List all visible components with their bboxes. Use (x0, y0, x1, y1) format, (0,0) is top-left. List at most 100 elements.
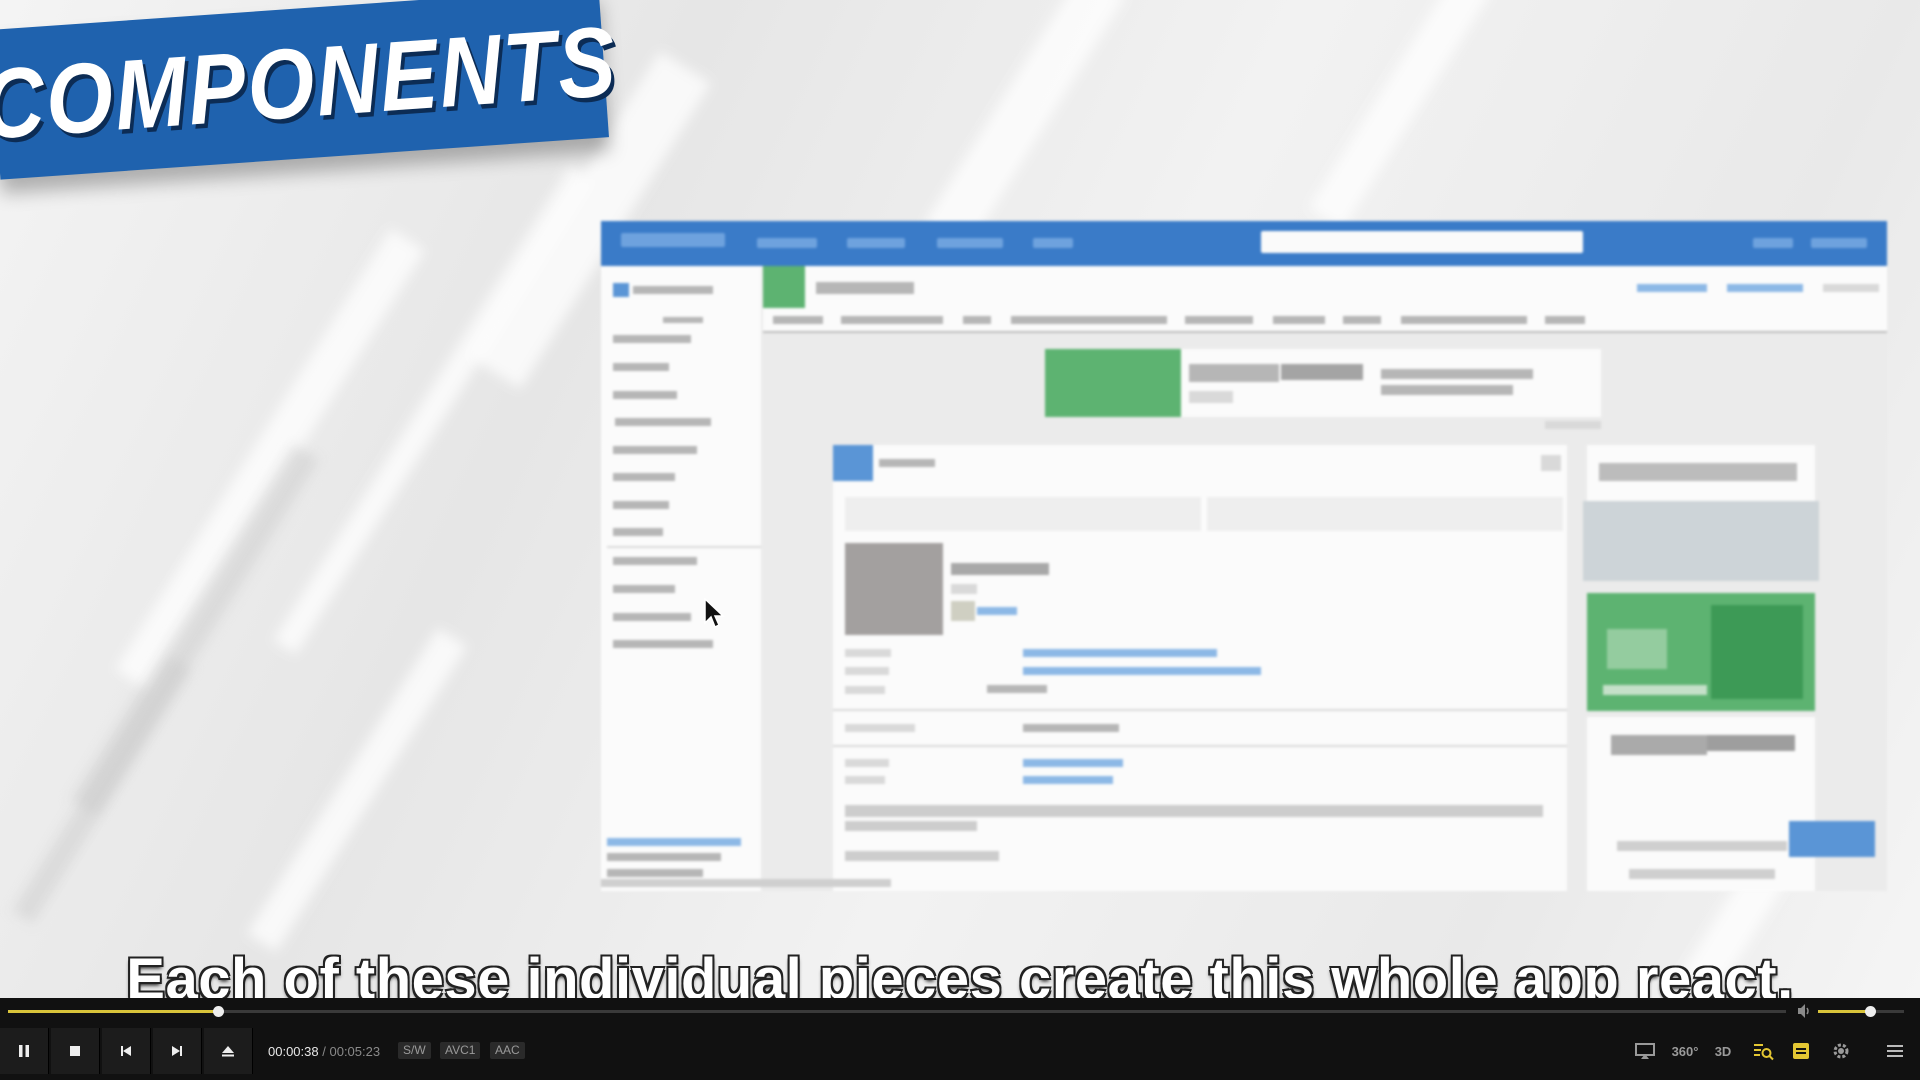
mockup-sidebar-line (613, 585, 675, 593)
mockup-tab-box (845, 497, 1201, 531)
player-controls: 00:00:38 / 00:05:23 S/W AVC1 AAC 360° 3D (0, 998, 1920, 1080)
audio-codec-badge[interactable]: AAC (490, 1042, 525, 1059)
mockup-divider (833, 709, 1567, 711)
mockup-field-label (845, 759, 889, 767)
mockup-card-line (1381, 385, 1513, 395)
mockup-field-label (845, 667, 889, 675)
mockup-nav-item (757, 238, 817, 248)
volume-slider-fill (1818, 1010, 1870, 1013)
mockup-right-button (1789, 821, 1875, 857)
search-list-icon (1754, 1044, 1774, 1061)
mockup-tab-underline (763, 331, 1887, 333)
mockup-sidebar-line (613, 473, 675, 481)
mockup-sidebar-line (613, 335, 691, 343)
next-button[interactable] (153, 1028, 202, 1074)
subtitle-icon (1793, 1043, 1809, 1059)
mockup-sidebar-line (613, 391, 677, 399)
mockup-sidebar-line (613, 446, 697, 454)
mockup-card-line (1281, 364, 1363, 380)
search-list-button[interactable] (1750, 1038, 1776, 1064)
mockup-right-line (1629, 869, 1775, 879)
mockup-field-label (845, 776, 885, 784)
mockup-field-label (845, 724, 915, 732)
menu-button[interactable] (1882, 1038, 1908, 1064)
gear-icon (1833, 1043, 1849, 1059)
volume-slider-handle[interactable] (1864, 1006, 1876, 1017)
mockup-avatar (845, 543, 943, 635)
settings-button[interactable] (1828, 1038, 1854, 1064)
seek-bar[interactable] (8, 1006, 1786, 1017)
subtitle-button[interactable] (1788, 1038, 1814, 1064)
mockup-sidebar-line (613, 363, 669, 371)
mockup-green-tile (763, 266, 805, 308)
mockup-action (1727, 284, 1803, 292)
mockup-action (1823, 284, 1879, 292)
vr-360-button[interactable]: 360° (1672, 1038, 1699, 1064)
video-decoder-badge[interactable]: S/W (398, 1042, 431, 1059)
eject-button[interactable] (204, 1028, 253, 1074)
mockup-search (1261, 231, 1583, 253)
pause-button[interactable] (0, 1028, 49, 1074)
volume-slider[interactable] (1818, 1006, 1904, 1017)
banner-title: COMPONENTS (0, 5, 621, 161)
mockup-sidebar-line (633, 286, 713, 294)
eject-icon (222, 1046, 234, 1057)
three-d-button[interactable]: 3D (1710, 1038, 1736, 1064)
mockup-panel-icon (833, 445, 873, 481)
mockup-panel-title (879, 459, 935, 467)
mockup-field-value (1023, 649, 1217, 657)
mockup-profile-line (951, 584, 977, 594)
screen-button[interactable] (1632, 1038, 1658, 1064)
mockup-sidebar-line (613, 528, 663, 536)
mockup-nav-item (1033, 238, 1073, 248)
bg-streak (115, 228, 425, 692)
mockup-nav-item (937, 238, 1003, 248)
bg-streak (12, 656, 192, 924)
pause-icon (19, 1045, 29, 1057)
mockup-card (1181, 349, 1371, 417)
mockup-divider (607, 546, 761, 548)
mockup-field-value (1023, 776, 1113, 784)
mockup-sidebar-line (613, 557, 697, 565)
volume-icon[interactable] (1796, 1002, 1814, 1020)
mockup-tab (1343, 316, 1381, 324)
mockup-sidebar-line (607, 853, 721, 861)
mockup-scrollbar (601, 879, 891, 887)
video-codec-badge[interactable]: AVC1 (440, 1042, 481, 1059)
mockup-text-block (845, 821, 977, 831)
components-banner: COMPONENTS (0, 0, 621, 180)
mockup-nav-item (847, 238, 905, 248)
mockup-card-line (1189, 391, 1233, 403)
menu-icon (1887, 1045, 1903, 1057)
mockup-tab (963, 316, 991, 324)
mockup-field-label (845, 686, 885, 694)
previous-button[interactable] (102, 1028, 151, 1074)
skip-previous-icon (121, 1046, 131, 1056)
stop-button[interactable] (51, 1028, 100, 1074)
mockup-panel-close (1541, 455, 1561, 471)
mockup-card-line (1381, 369, 1533, 379)
seek-bar-handle[interactable] (212, 1006, 224, 1017)
mockup-green-widget-inner (1711, 605, 1803, 699)
mockup-sidebar-line (613, 613, 691, 621)
mockup-sidebar-line (613, 640, 713, 648)
seek-bar-fill (8, 1010, 218, 1013)
mockup-right-image (1583, 501, 1819, 581)
mockup-tab (1185, 316, 1253, 324)
mockup-sidebar (601, 266, 761, 891)
mockup-divider (833, 745, 1567, 747)
mockup-sidebar-line (607, 869, 703, 877)
mockup-profile-line (951, 563, 1049, 575)
duration: 00:05:23 (329, 1044, 381, 1059)
mockup-tab (841, 316, 943, 324)
skip-next-icon (172, 1046, 182, 1056)
video-frame[interactable]: COMPONENTS Each of these individual piec… (0, 0, 1920, 998)
mockup-nav-item (1811, 238, 1867, 248)
mockup-field-value (1023, 724, 1119, 732)
mockup-widget-line (1603, 685, 1707, 695)
bg-streak (247, 628, 467, 952)
mockup-card (1371, 349, 1601, 417)
mockup-sidebar-line (615, 418, 711, 426)
app-mockup (601, 221, 1887, 891)
mockup-right-line (1617, 841, 1787, 851)
